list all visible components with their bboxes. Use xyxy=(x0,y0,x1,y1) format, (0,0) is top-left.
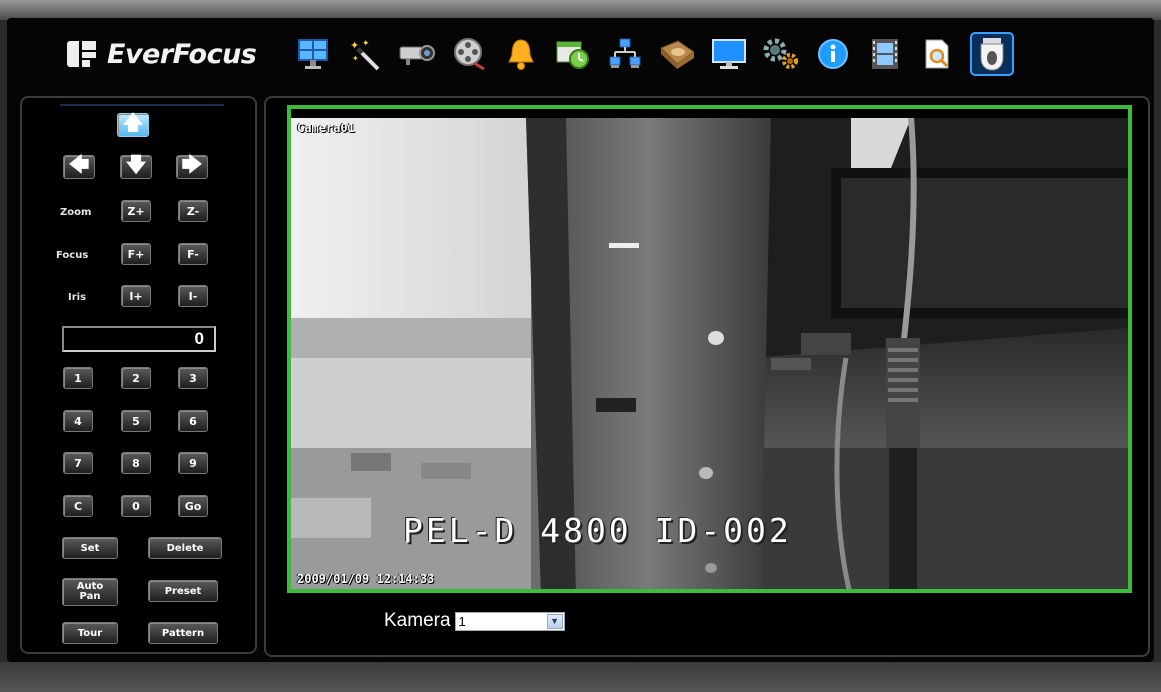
focus-label: Focus xyxy=(56,250,89,261)
keypad-7-button[interactable]: 7 xyxy=(63,452,93,474)
tour-button[interactable]: Tour xyxy=(62,622,118,644)
schedule-icon[interactable] xyxy=(553,34,593,74)
camera-id-overlay: PEL-D 4800 ID-002 xyxy=(403,511,792,550)
preset-button[interactable]: Preset xyxy=(148,580,218,602)
keypad-0-button[interactable]: 0 xyxy=(121,495,151,517)
keypad-1-button[interactable]: 1 xyxy=(63,367,93,389)
camera-name-overlay: Camera01 xyxy=(297,121,355,135)
camera-selector-row: Kamera 1 ▼ xyxy=(384,610,565,632)
alarm-bell-icon[interactable] xyxy=(501,34,541,74)
display-icon[interactable] xyxy=(709,34,749,74)
header: EverFocus ✦ ✦ ✦ xyxy=(7,20,1154,88)
keypad-9-button[interactable]: 9 xyxy=(178,452,208,474)
iris-open-button[interactable]: I+ xyxy=(121,285,151,307)
live-video-viewport[interactable]: Camera01 PEL-D 4800 ID-002 2009/01/09 12… xyxy=(287,105,1132,593)
focus-near-button[interactable]: F+ xyxy=(121,243,151,265)
disk-icon[interactable] xyxy=(657,34,697,74)
live-view-icon[interactable] xyxy=(293,34,333,74)
keypad-2-button[interactable]: 2 xyxy=(121,367,151,389)
camera-select-label: Kamera xyxy=(384,610,451,631)
pattern-button[interactable]: Pattern xyxy=(148,622,218,644)
zoom-label: Zoom xyxy=(60,207,92,218)
focus-far-button[interactable]: F- xyxy=(178,243,208,265)
brand-name: EverFocus xyxy=(107,38,257,70)
arrow-right-icon: 🡆 xyxy=(181,152,203,176)
pan-left-button[interactable]: 🡄 xyxy=(63,152,95,179)
delete-preset-button[interactable]: Delete xyxy=(148,537,222,559)
keypad-8-button[interactable]: 8 xyxy=(121,452,151,474)
keypad-4-button[interactable]: 4 xyxy=(63,410,93,432)
film-strip-icon[interactable] xyxy=(865,34,905,74)
film-reel-icon[interactable] xyxy=(449,34,489,74)
timestamp-overlay: 2009/01/09 12:14:33 xyxy=(297,572,435,586)
settings-gears-icon[interactable] xyxy=(761,34,801,74)
keypad-go-button[interactable]: Go xyxy=(178,495,208,517)
arrow-down-icon: 🡇 xyxy=(125,152,147,176)
camera-icon[interactable] xyxy=(397,34,437,74)
video-header-bar xyxy=(291,109,1128,118)
ptz-dome-icon[interactable] xyxy=(970,32,1014,76)
network-icon[interactable] xyxy=(605,34,645,74)
top-chrome-bar xyxy=(0,0,1161,20)
arrow-left-icon: 🡄 xyxy=(68,152,90,176)
tilt-down-button[interactable]: 🡇 xyxy=(120,152,152,179)
preset-number-display[interactable]: 0 xyxy=(62,326,216,352)
info-icon[interactable] xyxy=(813,34,853,74)
chevron-down-icon[interactable]: ▼ xyxy=(546,613,563,629)
camera-select-dropdown[interactable]: 1 ▼ xyxy=(454,611,565,631)
arrow-up-icon: 🡅 xyxy=(122,110,144,134)
set-preset-button[interactable]: Set xyxy=(62,537,118,559)
brand-mark-icon xyxy=(67,39,97,69)
tilt-up-button[interactable]: 🡅 xyxy=(117,110,149,137)
camera-select-value: 1 xyxy=(458,613,466,629)
brand-logo: EverFocus xyxy=(67,36,257,72)
iris-close-button[interactable]: I- xyxy=(178,285,208,307)
zoom-in-button[interactable]: Z+ xyxy=(121,200,151,222)
keypad-5-button[interactable]: 5 xyxy=(121,410,151,432)
auto-pan-label-line2: Pan xyxy=(79,591,101,602)
keypad-clear-button[interactable]: C xyxy=(63,495,93,517)
svg-text:✦: ✦ xyxy=(350,40,359,52)
pan-right-button[interactable]: 🡆 xyxy=(176,152,208,179)
keypad-6-button[interactable]: 6 xyxy=(178,410,208,432)
panel-divider xyxy=(60,104,224,106)
search-document-icon[interactable] xyxy=(917,34,957,74)
bottom-chrome-bar xyxy=(0,662,1161,692)
auto-pan-button[interactable]: Auto Pan xyxy=(62,578,118,606)
iris-label: Iris xyxy=(68,292,87,303)
svg-text:✦: ✦ xyxy=(362,38,370,48)
keypad-3-button[interactable]: 3 xyxy=(178,367,208,389)
zoom-out-button[interactable]: Z- xyxy=(178,200,208,222)
wizard-icon[interactable]: ✦ ✦ ✦ xyxy=(345,34,385,74)
svg-text:✦: ✦ xyxy=(352,54,359,63)
